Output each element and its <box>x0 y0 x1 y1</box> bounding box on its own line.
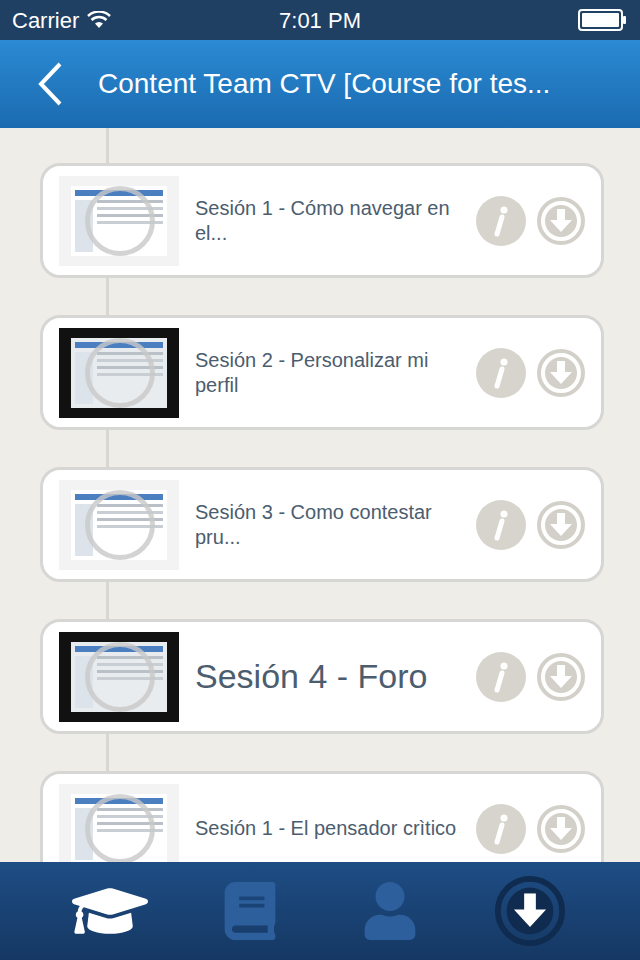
info-icon[interactable] <box>475 803 527 855</box>
play-ring-icon <box>85 186 155 256</box>
play-ring-icon <box>85 490 155 560</box>
nav-title: Content Team CTV [Course for tes... <box>98 63 550 105</box>
download-icon[interactable] <box>535 651 587 703</box>
tab-item[interactable] <box>480 871 580 951</box>
tab-item[interactable] <box>60 871 160 951</box>
session-thumbnail[interactable] <box>59 176 179 266</box>
download-icon[interactable] <box>535 499 587 551</box>
carrier-label: Carrier <box>12 4 79 37</box>
session-thumbnail[interactable] <box>59 784 179 863</box>
download-icon[interactable] <box>535 347 587 399</box>
session-thumbnail[interactable] <box>59 480 179 570</box>
session-thumbnail[interactable] <box>59 328 179 418</box>
session-title[interactable]: Sesión 2 - Personalizar mi perfil <box>195 340 459 406</box>
info-icon[interactable] <box>475 347 527 399</box>
info-icon[interactable] <box>475 499 527 551</box>
tab-item[interactable] <box>200 871 300 951</box>
nav-bar: Content Team CTV [Course for tes... <box>0 40 640 128</box>
session-thumbnail[interactable] <box>59 632 179 722</box>
book-icon <box>221 882 279 940</box>
session-title[interactable]: Sesión 3 - Como contestar pru... <box>195 492 459 558</box>
graduation-cap-icon <box>72 873 148 949</box>
tab-bar <box>0 862 640 960</box>
back-icon[interactable] <box>36 61 64 107</box>
play-ring-icon <box>85 338 155 408</box>
session-title[interactable]: Sesión 4 - Foro <box>195 647 459 706</box>
session-card[interactable]: Sesión 1 - Cómo navegar en el... <box>40 163 604 278</box>
battery-icon <box>578 9 628 31</box>
session-title[interactable]: Sesión 1 - El pensador crìtico <box>195 808 459 849</box>
status-bar: Carrier 7:01 PM <box>0 0 640 40</box>
session-list: Sesión 1 - Cómo navegar en el... Sesión 2… <box>0 128 640 862</box>
info-icon[interactable] <box>475 651 527 703</box>
time-label: 7:01 PM <box>279 4 361 37</box>
session-card[interactable]: Sesión 4 - Foro <box>40 619 604 734</box>
info-icon[interactable] <box>475 195 527 247</box>
session-card[interactable]: Sesión 2 - Personalizar mi perfil <box>40 315 604 430</box>
tab-item[interactable] <box>340 871 440 951</box>
play-ring-icon <box>85 642 155 712</box>
wifi-icon <box>87 11 111 29</box>
play-ring-icon <box>85 794 155 863</box>
download-icon[interactable] <box>535 803 587 855</box>
session-card[interactable]: Sesión 3 - Como contestar pru... <box>40 467 604 582</box>
session-card[interactable]: Sesión 1 - El pensador crìtico <box>40 771 604 862</box>
person-icon <box>361 882 419 940</box>
download-icon[interactable] <box>535 195 587 247</box>
download-icon[interactable] <box>492 873 568 949</box>
app-screen: Carrier 7:01 PM Content Team CTV [Course f… <box>0 0 640 960</box>
session-title[interactable]: Sesión 1 - Cómo navegar en el... <box>195 188 459 254</box>
